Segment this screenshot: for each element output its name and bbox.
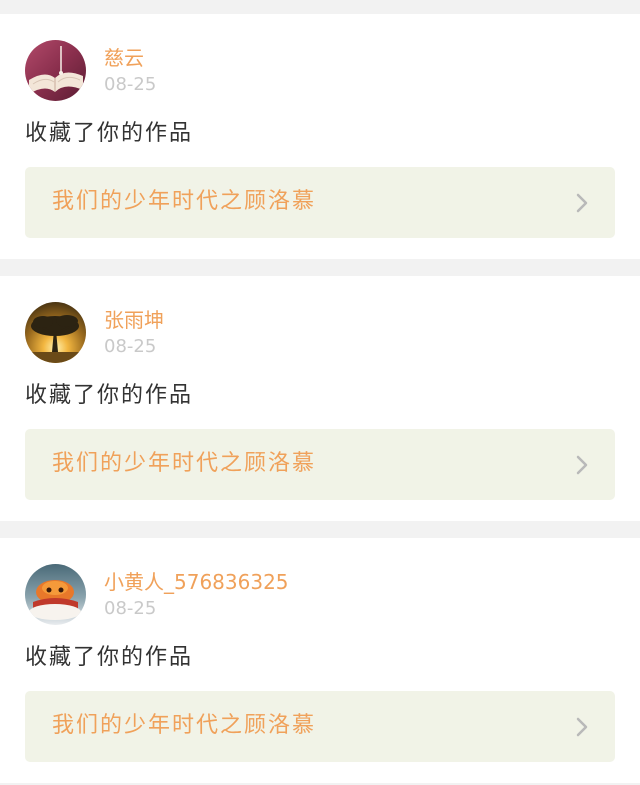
work-link-button[interactable]: 我们的少年时代之顾洛慕 xyxy=(25,429,615,500)
notification-feed: 慈云 08-25 收藏了你的作品 我们的少年时代之顾洛慕 张雨坤 08-25 收… xyxy=(0,0,640,785)
work-title: 我们的少年时代之顾洛慕 xyxy=(52,189,317,214)
username[interactable]: 张雨坤 xyxy=(104,308,164,332)
action-text: 收藏了你的作品 xyxy=(25,383,194,408)
orange-creature-avatar-icon xyxy=(25,564,86,625)
action-text: 收藏了你的作品 xyxy=(25,645,194,670)
notification-card: 慈云 08-25 收藏了你的作品 我们的少年时代之顾洛慕 xyxy=(0,14,640,259)
action-text: 收藏了你的作品 xyxy=(25,121,194,146)
tree-sunset-avatar-icon xyxy=(25,302,86,363)
chevron-right-icon xyxy=(576,717,588,737)
work-title: 我们的少年时代之顾洛慕 xyxy=(52,451,317,476)
timestamp: 08-25 xyxy=(104,74,157,95)
notification-card: 张雨坤 08-25 收藏了你的作品 我们的少年时代之顾洛慕 xyxy=(0,276,640,521)
timestamp: 08-25 xyxy=(104,598,157,619)
avatar[interactable] xyxy=(25,564,86,625)
work-link-button[interactable]: 我们的少年时代之顾洛慕 xyxy=(25,167,615,238)
timestamp: 08-25 xyxy=(104,336,157,357)
work-link-button[interactable]: 我们的少年时代之顾洛慕 xyxy=(25,691,615,762)
book-pages-avatar-icon xyxy=(25,40,86,101)
avatar[interactable] xyxy=(25,302,86,363)
chevron-right-icon xyxy=(576,193,588,213)
notification-card: 小黄人_576836325 08-25 收藏了你的作品 我们的少年时代之顾洛慕 xyxy=(0,538,640,783)
avatar[interactable] xyxy=(25,40,86,101)
username[interactable]: 小黄人_576836325 xyxy=(104,570,289,594)
username[interactable]: 慈云 xyxy=(104,46,144,70)
chevron-right-icon xyxy=(576,455,588,475)
work-title: 我们的少年时代之顾洛慕 xyxy=(52,713,317,738)
